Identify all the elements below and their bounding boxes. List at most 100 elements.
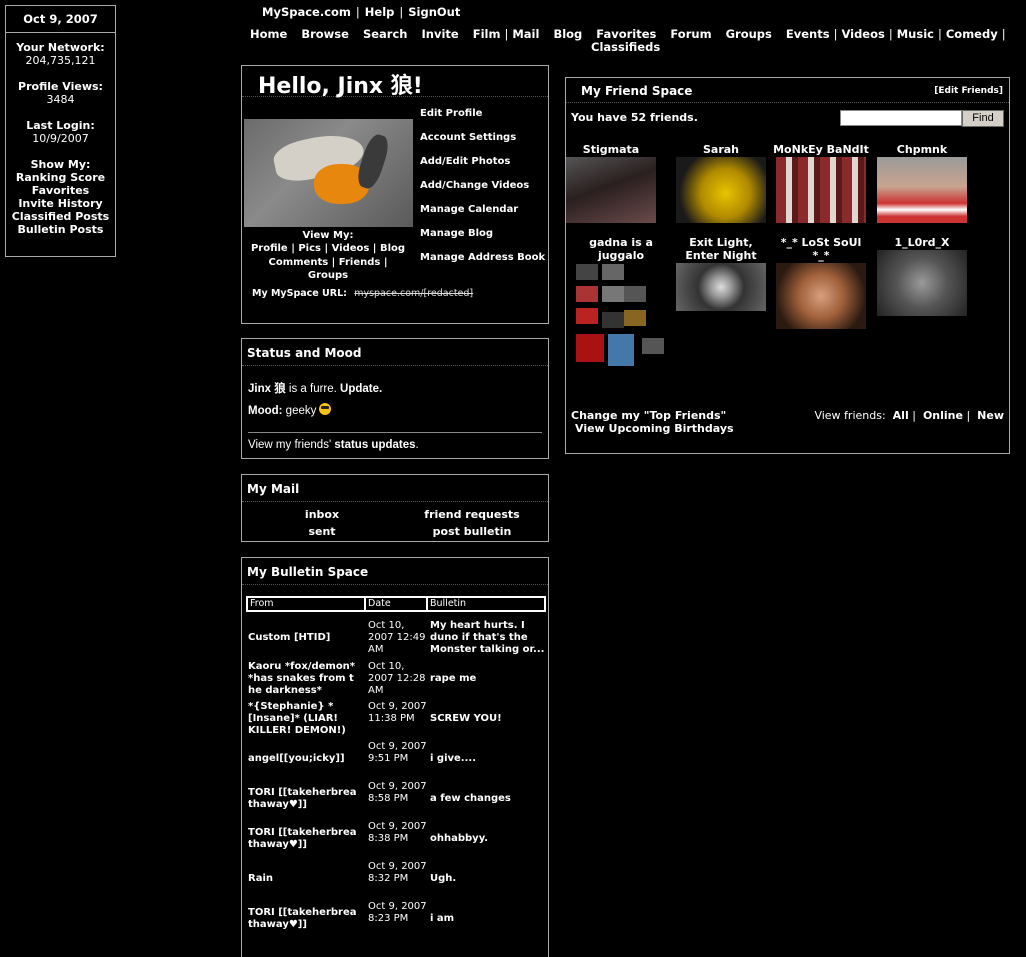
bulletin-from[interactable]: Rain [248, 873, 364, 885]
nav-browse[interactable]: Browse [301, 28, 349, 41]
view-all-link[interactable]: All [893, 409, 909, 422]
nav-home[interactable]: Home [250, 28, 287, 41]
friend-photo[interactable] [776, 157, 866, 223]
myspace-home-link[interactable]: MySpace.com [262, 5, 351, 19]
manage-calendar-link[interactable]: Manage Calendar [420, 204, 545, 228]
table-row[interactable]: Kaoru *fox/demon* *has snakes from the d… [248, 661, 548, 699]
friend-card[interactable]: Chpmnk [872, 143, 972, 223]
friend-requests-link[interactable]: friend requests [402, 508, 542, 521]
friend-search-input[interactable] [840, 110, 962, 126]
change-videos-link[interactable]: Add/Change Videos [420, 180, 545, 204]
bulletin-from[interactable]: TORI [[takeherbreathaway♥]] [248, 787, 360, 811]
bulletin-subject[interactable]: rape me [430, 673, 546, 685]
upcoming-birthdays-link[interactable]: View Upcoming Birthdays [571, 422, 734, 435]
help-link[interactable]: Help [365, 5, 395, 19]
friend-name[interactable]: Sarah [671, 143, 771, 156]
bulletin-from[interactable]: TORI [[takeherbreathaway♥]] [248, 827, 360, 851]
show-favorites-link[interactable]: Favorites [6, 184, 115, 197]
friend-card[interactable]: MoNkEy BaNdIt [771, 143, 871, 223]
table-row[interactable]: TORI [[takeherbreathaway♥]] Oct 9, 2007 … [248, 821, 548, 859]
bulletin-subject[interactable]: ohhabbyy. [430, 833, 546, 845]
friend-photo[interactable] [566, 157, 656, 223]
nav-mail[interactable]: Mail [512, 28, 539, 41]
bulletin-subject[interactable]: a few changes [430, 793, 546, 805]
bulletin-from[interactable]: Custom [HTID] [248, 632, 364, 644]
nav-film[interactable]: Film [473, 28, 501, 41]
view-my-row-2[interactable]: Comments | Friends | Groups [248, 256, 408, 282]
nav-events[interactable]: Events [786, 28, 830, 41]
find-button[interactable]: Find [962, 110, 1004, 127]
nav-classifieds[interactable]: Classifieds [591, 41, 660, 54]
show-ranking-score-link[interactable]: Ranking Score [6, 171, 115, 184]
friend-name[interactable]: *_* LoSt SoUl *_* [771, 236, 871, 262]
nav-search[interactable]: Search [363, 28, 408, 41]
view-new-link[interactable]: New [977, 409, 1004, 422]
greeting-title: Hello, Jinx 狼! [242, 66, 548, 99]
bulletin-from[interactable]: *{Stephanie} *[Insane]* (LIAR! KILLER! D… [248, 701, 364, 737]
friend-card[interactable]: 1_L0rd_X [872, 236, 972, 316]
url-value[interactable]: myspace.com/[redacted] [354, 288, 473, 299]
nav-blog[interactable]: Blog [553, 28, 582, 41]
signout-link[interactable]: SignOut [408, 5, 460, 19]
friend-card[interactable]: Stigmata [561, 143, 661, 223]
table-row[interactable]: angel[[you;icky]] Oct 9, 2007 9:51 PM i … [248, 741, 548, 779]
post-bulletin-link[interactable]: post bulletin [402, 525, 542, 538]
nav-invite[interactable]: Invite [422, 28, 459, 41]
view-online-link[interactable]: Online [923, 409, 963, 422]
account-settings-link[interactable]: Account Settings [420, 132, 545, 156]
bulletin-subject[interactable]: SCREW YOU! [430, 713, 546, 725]
status-update-link[interactable]: Update. [340, 383, 382, 395]
bulletin-date: Oct 9, 2007 8:23 PM [368, 901, 427, 924]
friend-photo-collage[interactable] [576, 264, 666, 376]
change-top-friends-link[interactable]: Change my "Top Friends" [571, 409, 734, 422]
manage-address-book-link[interactable]: Manage Address Book [420, 252, 545, 276]
table-row[interactable]: TORI [[takeherbreathaway♥]] Oct 9, 2007 … [248, 901, 548, 939]
nav-comedy[interactable]: Comedy [946, 28, 998, 41]
friend-card[interactable]: Exit Light, Enter Night [671, 236, 771, 311]
table-row[interactable]: *{Stephanie} *[Insane]* (LIAR! KILLER! D… [248, 701, 548, 739]
table-row[interactable]: Rain Oct 9, 2007 8:32 PM Ugh. [248, 861, 548, 899]
profile-picture[interactable] [244, 119, 413, 227]
friend-photo[interactable] [877, 157, 967, 223]
friend-name[interactable]: MoNkEy BaNdIt [771, 143, 871, 156]
nav-groups[interactable]: Groups [726, 28, 772, 41]
friend-card[interactable]: *_* LoSt SoUl *_* [771, 236, 871, 329]
sent-link[interactable]: sent [282, 525, 362, 538]
bulletin-date: Oct 9, 2007 8:38 PM [368, 821, 427, 844]
manage-blog-link[interactable]: Manage Blog [420, 228, 545, 252]
bulletin-subject[interactable]: i give.... [430, 753, 546, 765]
bulletin-from[interactable]: angel[[you;icky]] [248, 753, 364, 765]
nav-forum[interactable]: Forum [670, 28, 711, 41]
table-row[interactable]: TORI [[takeherbreathaway♥]] Oct 9, 2007 … [248, 781, 548, 819]
bulletin-subject[interactable]: i am [430, 913, 546, 925]
friend-photo[interactable] [676, 263, 766, 311]
inbox-link[interactable]: inbox [282, 508, 362, 521]
friend-card[interactable]: Sarah [671, 143, 771, 223]
table-row[interactable]: Custom [HTID] Oct 10, 2007 12:49 AM My h… [248, 620, 548, 658]
show-bulletin-posts-link[interactable]: Bulletin Posts [6, 223, 115, 236]
edit-profile-link[interactable]: Edit Profile [420, 108, 545, 132]
bulletin-subject[interactable]: Ugh. [430, 873, 546, 885]
friend-name[interactable]: Chpmnk [872, 143, 972, 156]
nav-videos[interactable]: Videos [841, 28, 884, 41]
friend-photo[interactable] [877, 250, 967, 316]
friend-name[interactable]: gadna is a juggalo [571, 236, 671, 262]
friend-card[interactable]: gadna is a juggalo [571, 236, 671, 376]
friends-status-prefix: View my friends' [248, 439, 335, 451]
edit-photos-link[interactable]: Add/Edit Photos [420, 156, 545, 180]
friends-status-link[interactable]: status updates [334, 439, 415, 451]
friend-photo[interactable] [676, 157, 766, 223]
friend-photo[interactable] [776, 263, 866, 329]
friend-name[interactable]: 1_L0rd_X [872, 236, 972, 249]
show-invite-history-link[interactable]: Invite History [6, 197, 115, 210]
friend-name[interactable]: Exit Light, Enter Night [671, 236, 771, 262]
bulletin-from[interactable]: TORI [[takeherbreathaway♥]] [248, 907, 360, 931]
bulletin-from[interactable]: Kaoru *fox/demon* *has snakes from the d… [248, 661, 360, 697]
nav-separator: | [504, 27, 509, 41]
bulletin-subject[interactable]: My heart hurts. I duno if that's the Mon… [430, 620, 546, 656]
edit-friends-link[interactable]: [Edit Friends] [934, 86, 1003, 96]
friend-name[interactable]: Stigmata [561, 143, 661, 156]
show-classified-posts-link[interactable]: Classified Posts [6, 210, 115, 223]
nav-music[interactable]: Music [897, 28, 934, 41]
view-my-row-1[interactable]: Profile | Pics | Videos | Blog [248, 242, 408, 255]
